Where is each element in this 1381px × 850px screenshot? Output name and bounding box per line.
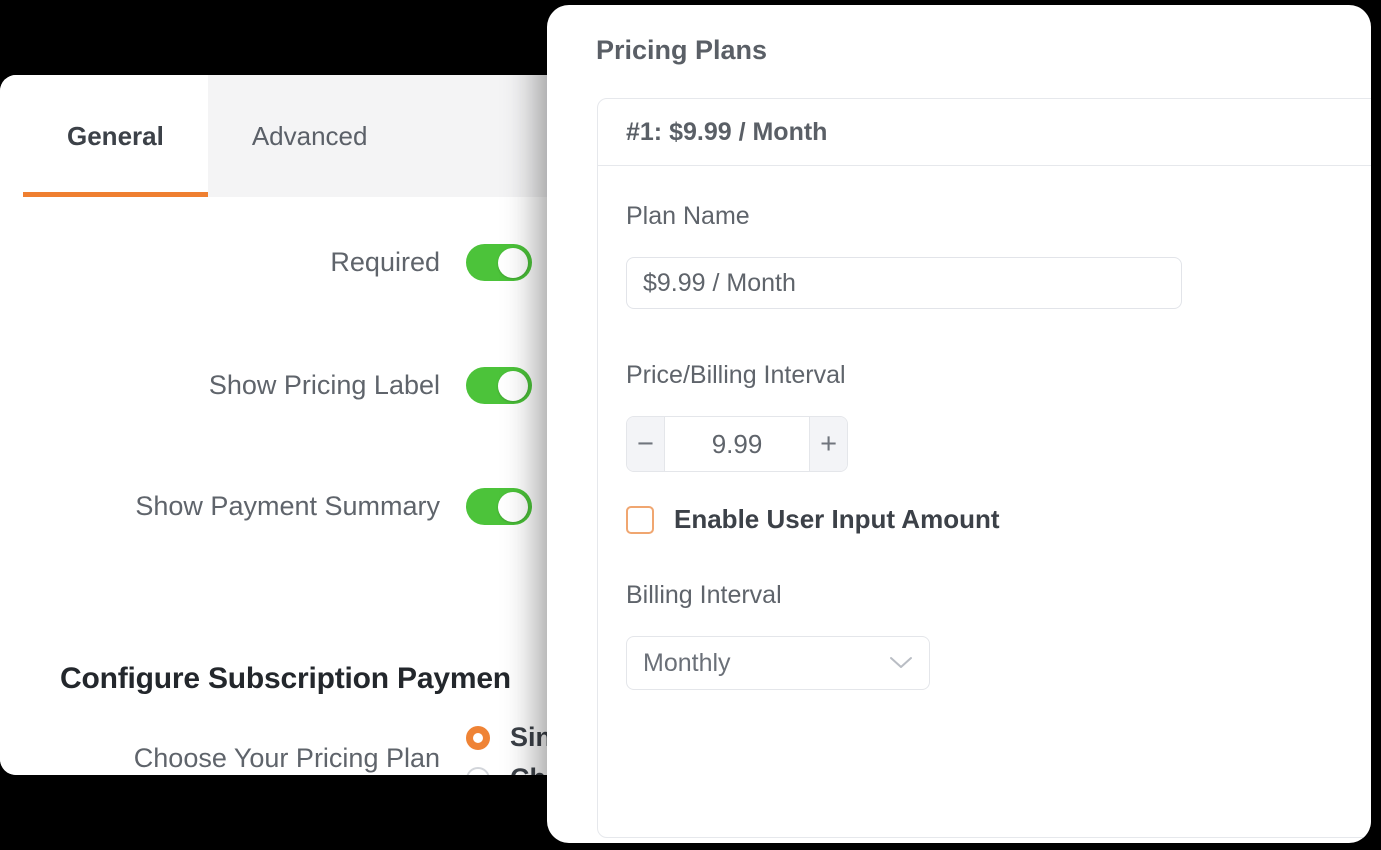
radio-option-single-plan-label: Sin — [510, 722, 553, 752]
screenshot-stage: General Advanced Required Show Pricing L… — [0, 0, 1381, 850]
billing-interval-select[interactable]: Monthly — [626, 636, 930, 690]
plan-name-input[interactable] — [626, 257, 1182, 309]
label-show-payment-summary: Show Payment Summary — [135, 491, 440, 521]
toggle-knob — [498, 491, 528, 522]
label-show-pricing-label: Show Pricing Label — [208, 370, 440, 400]
radio-option-choose-plan[interactable]: Ch — [466, 763, 552, 775]
label-required: Required — [330, 247, 440, 277]
price-stepper: − + — [626, 416, 848, 472]
price-value-input[interactable] — [664, 417, 810, 471]
plan-card: #1: $9.99 / Month Plan Name Price/Billin… — [597, 98, 1371, 838]
toggle-show-pricing-label[interactable] — [466, 367, 532, 404]
label-choose-your-pricing-plan: Choose Your Pricing Plan — [133, 742, 440, 773]
label-billing-interval: Billing Interval — [626, 581, 782, 609]
field-row-required: Required — [130, 244, 532, 281]
billing-interval-value: Monthly — [643, 648, 731, 677]
tab-advanced-label: Advanced — [251, 120, 368, 151]
label-enable-user-input-amount: Enable User Input Amount — [674, 504, 1000, 534]
stepper-increment-button[interactable]: + — [809, 417, 847, 471]
toggle-show-payment-summary[interactable] — [466, 488, 532, 525]
field-row-show-pricing-label: Show Pricing Label — [130, 367, 532, 404]
pricing-plans-title: Pricing Plans — [596, 35, 768, 65]
tabbar-left-spacer — [0, 75, 23, 197]
radio-option-single-plan[interactable]: Sin — [466, 722, 552, 753]
section-heading-configure-subscription-payment: Configure Subscription Paymen — [60, 662, 511, 695]
toggle-knob — [498, 370, 528, 401]
enable-user-input-amount-row[interactable]: Enable User Input Amount — [626, 504, 1371, 535]
radio-group-pricing-plan: Sin Ch — [466, 722, 552, 775]
checkbox-unchecked-icon[interactable] — [626, 505, 654, 534]
radio-unselected-icon — [466, 766, 490, 775]
radio-selected-icon — [466, 725, 490, 750]
label-plan-name: Plan Name — [626, 202, 750, 230]
label-price-billing-interval: Price/Billing Interval — [626, 361, 846, 389]
toggle-knob — [498, 247, 528, 278]
billing-interval-select-wrap: Monthly — [626, 636, 930, 690]
tab-general-label: General — [67, 120, 164, 151]
field-row-choose-pricing-plan: Choose Your Pricing Plan Sin Ch — [0, 722, 552, 775]
stepper-decrement-button[interactable]: − — [627, 417, 665, 471]
plan-card-header[interactable]: #1: $9.99 / Month — [598, 99, 1371, 166]
radio-option-choose-plan-label: Ch — [510, 763, 546, 775]
tab-general[interactable]: General — [23, 75, 208, 197]
toggle-required[interactable] — [466, 244, 532, 281]
tab-advanced[interactable]: Advanced — [207, 75, 412, 197]
field-row-show-payment-summary: Show Payment Summary — [130, 488, 532, 525]
pricing-plans-panel: Pricing Plans #1: $9.99 / Month Plan Nam… — [547, 5, 1371, 843]
plan-card-body: Plan Name Price/Billing Interval − + Ena… — [598, 166, 1371, 690]
